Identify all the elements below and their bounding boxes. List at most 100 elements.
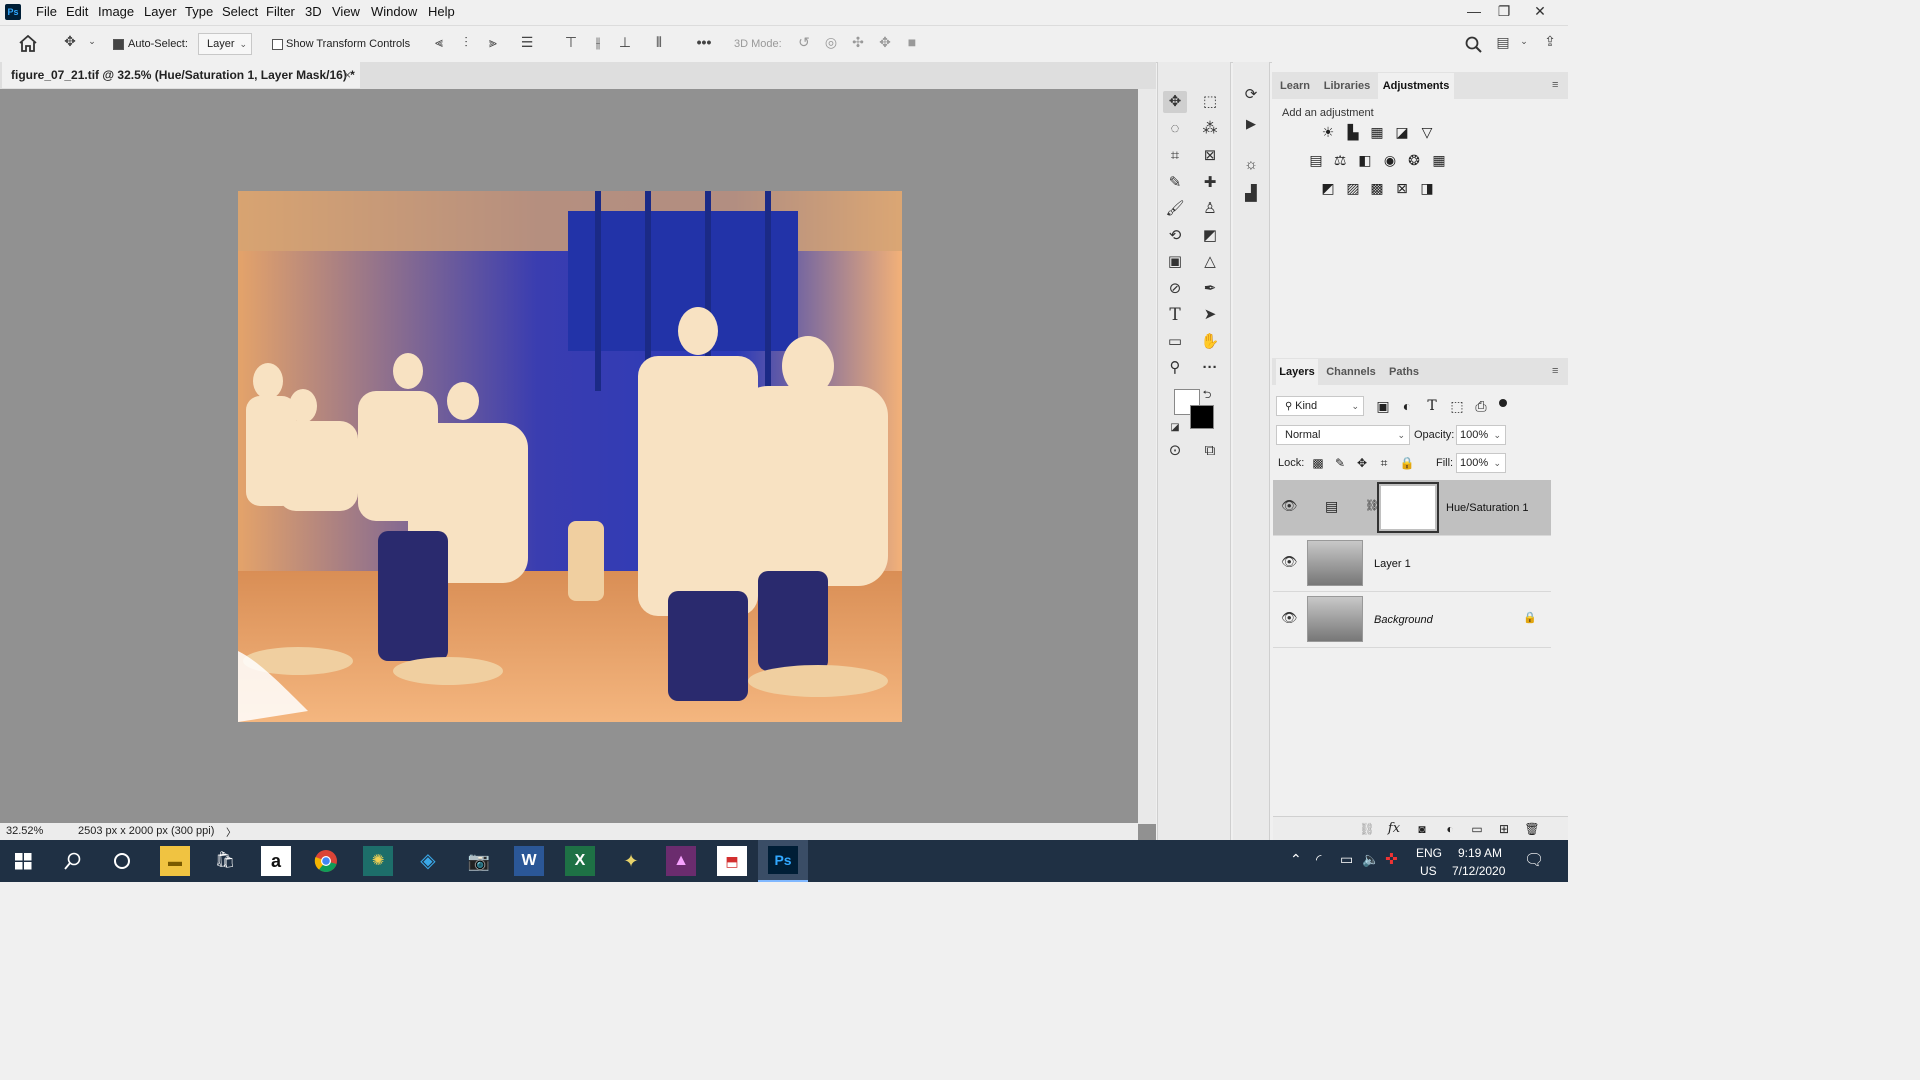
align-middle-icon[interactable]: ⫲ <box>589 34 607 51</box>
layer-row-background[interactable]: 👁 Background 🔒 <box>1273 592 1551 648</box>
home-icon[interactable] <box>19 35 37 52</box>
zoom-level[interactable]: 32.52% <box>6 825 43 837</box>
actions-panel-icon[interactable]: ▶ <box>1239 113 1263 135</box>
swap-colors-icon[interactable]: ⮌ <box>1200 384 1214 406</box>
exposure-icon[interactable]: ◪ <box>1393 124 1411 140</box>
slide-3d-icon[interactable]: ✥ <box>875 34 895 51</box>
filter-toggle-icon[interactable] <box>1499 399 1507 407</box>
filter-type-icon[interactable]: T <box>1423 398 1441 414</box>
stamp-tool-icon[interactable]: ♙ <box>1198 198 1222 220</box>
hue-saturation-icon[interactable]: ▤ <box>1307 152 1325 168</box>
opacity-field[interactable]: 100% ⌄ <box>1456 425 1506 445</box>
network-icon[interactable]: ◜ <box>1316 851 1321 868</box>
blur-tool-icon[interactable]: △ <box>1198 251 1222 273</box>
vibrance-icon[interactable]: ▽ <box>1418 124 1436 140</box>
language-label[interactable]: ENG <box>1416 846 1442 860</box>
share-icon[interactable]: ⇪ <box>1540 33 1560 50</box>
background-color-swatch[interactable] <box>1190 405 1214 429</box>
menu-image[interactable]: Image <box>98 0 134 24</box>
trash-icon[interactable]: 🗑 <box>1523 821 1541 837</box>
windows-start-icon[interactable] <box>15 853 32 870</box>
tab-channels[interactable]: Channels <box>1324 359 1378 385</box>
workspace-icon[interactable]: ▤ <box>1493 34 1513 51</box>
menu-view[interactable]: View <box>332 0 360 24</box>
minimize-button[interactable]: — <box>1460 0 1488 22</box>
align-bottom-icon[interactable]: ⊥ <box>616 34 634 51</box>
curves-icon[interactable]: ▦ <box>1368 124 1386 140</box>
zoom-tool-icon[interactable]: ⚲ <box>1163 357 1187 379</box>
mask-icon[interactable]: ◙ <box>1413 821 1431 837</box>
action-center-icon[interactable]: 🗨 <box>1524 850 1544 870</box>
search-icon[interactable] <box>1465 36 1482 53</box>
dodge-tool-icon[interactable]: ⊘ <box>1163 278 1187 300</box>
menu-window[interactable]: Window <box>371 0 417 24</box>
quick-mask-icon[interactable]: ⊙ <box>1163 440 1187 462</box>
lasso-tool-icon[interactable]: ◌ <box>1163 118 1187 140</box>
battery-icon[interactable]: ▭ <box>1340 851 1353 868</box>
menu-layer[interactable]: Layer <box>144 0 177 24</box>
auto-select-checkbox[interactable] <box>113 39 124 50</box>
move-tool-icon[interactable]: ✥ <box>1163 91 1187 113</box>
menu-type[interactable]: Type <box>185 0 213 24</box>
amazon-icon[interactable]: a <box>261 846 291 876</box>
vertical-scrollbar[interactable] <box>1138 89 1156 824</box>
align-top-icon[interactable]: ⊤ <box>562 34 580 51</box>
link-icon[interactable]: ⛓ <box>1358 821 1376 837</box>
pan-3d-icon[interactable]: ✣ <box>848 34 868 51</box>
crop-tool-icon[interactable]: ⌗ <box>1163 145 1187 167</box>
default-colors-icon[interactable]: ◪ <box>1168 417 1182 439</box>
align-center-icon[interactable]: ⫶ <box>457 34 475 51</box>
layer-filter-dropdown[interactable]: ⚲ Kind ⌄ <box>1276 396 1364 416</box>
menu-help[interactable]: Help <box>428 0 455 24</box>
histogram-panel-icon[interactable]: ▟ <box>1239 183 1263 205</box>
chevron-down-icon[interactable]: ⌄ <box>86 36 98 47</box>
camera-app-icon[interactable]: 📷 <box>464 846 494 876</box>
chevron-down-icon[interactable]: ⌄ <box>1518 36 1530 47</box>
auto-select-dropdown[interactable]: Layer ⌄ <box>198 33 252 55</box>
image-canvas[interactable] <box>238 191 902 722</box>
tab-paths[interactable]: Paths <box>1384 359 1424 385</box>
levels-icon[interactable]: ▙ <box>1344 124 1362 140</box>
move-tool-icon[interactable]: ✥ <box>60 33 80 50</box>
eraser-tool-icon[interactable]: ◩ <box>1198 225 1222 247</box>
posterize-icon[interactable]: ▨ <box>1344 180 1362 196</box>
fill-field[interactable]: 100% ⌄ <box>1456 453 1506 473</box>
gradient-map-icon[interactable]: ◨ <box>1418 180 1436 196</box>
brush-tool-icon[interactable]: 🖌 <box>1163 198 1187 220</box>
lock-artboard-icon[interactable]: ⌗ <box>1375 455 1393 471</box>
type-tool-icon[interactable]: T <box>1163 304 1187 326</box>
panel-menu-icon[interactable]: ≡ <box>1552 79 1558 91</box>
threshold-icon[interactable]: ▩ <box>1368 180 1386 196</box>
visibility-eye-icon[interactable]: 👁 <box>1281 498 1298 514</box>
channel-mixer-icon[interactable]: ❂ <box>1405 152 1423 168</box>
word-icon[interactable]: W <box>514 846 544 876</box>
tab-libraries[interactable]: Libraries <box>1318 73 1376 99</box>
close-window-button[interactable]: ✕ <box>1526 0 1554 22</box>
healing-brush-icon[interactable]: ✚ <box>1198 172 1222 194</box>
menu-file[interactable]: File <box>36 0 57 24</box>
color-balance-icon[interactable]: ⚖ <box>1331 152 1349 168</box>
fx-icon[interactable]: fx <box>1385 821 1403 837</box>
more-tools-icon[interactable]: ··· <box>1198 357 1222 379</box>
lock-pixels-icon[interactable]: ✎ <box>1331 455 1349 471</box>
more-options-icon[interactable]: ••• <box>692 34 716 50</box>
restore-button[interactable]: ❐ <box>1490 0 1518 22</box>
lock-all-icon[interactable]: 🔒 <box>1398 455 1416 471</box>
search-icon[interactable] <box>64 852 82 870</box>
color-lookup-icon[interactable]: ▦ <box>1430 152 1448 168</box>
layer-row-layer-1[interactable]: 👁 Layer 1 <box>1273 536 1551 592</box>
file-explorer-icon[interactable]: ▬ <box>160 846 190 876</box>
filter-adjustment-icon[interactable]: ◐ <box>1398 398 1416 414</box>
tab-adjustments[interactable]: Adjustments <box>1378 73 1454 99</box>
menu-filter[interactable]: Filter <box>266 0 295 24</box>
photo-filter-icon[interactable]: ◉ <box>1381 152 1399 168</box>
filter-smart-object-icon[interactable]: ⎙ <box>1472 398 1490 414</box>
screen-mode-icon[interactable]: ⧉ <box>1198 440 1222 462</box>
photoshop-taskbar-button[interactable]: Ps <box>758 840 808 882</box>
adjustment-icon[interactable]: ◐ <box>1441 821 1459 837</box>
hand-tool-icon[interactable]: ✋ <box>1198 331 1222 353</box>
path-selection-icon[interactable]: ➤ <box>1198 304 1222 326</box>
selective-color-icon[interactable]: ⊠ <box>1393 180 1411 196</box>
photos-app-icon[interactable]: ✺ <box>363 846 393 876</box>
pdf-icon[interactable]: ⬒ <box>717 846 747 876</box>
